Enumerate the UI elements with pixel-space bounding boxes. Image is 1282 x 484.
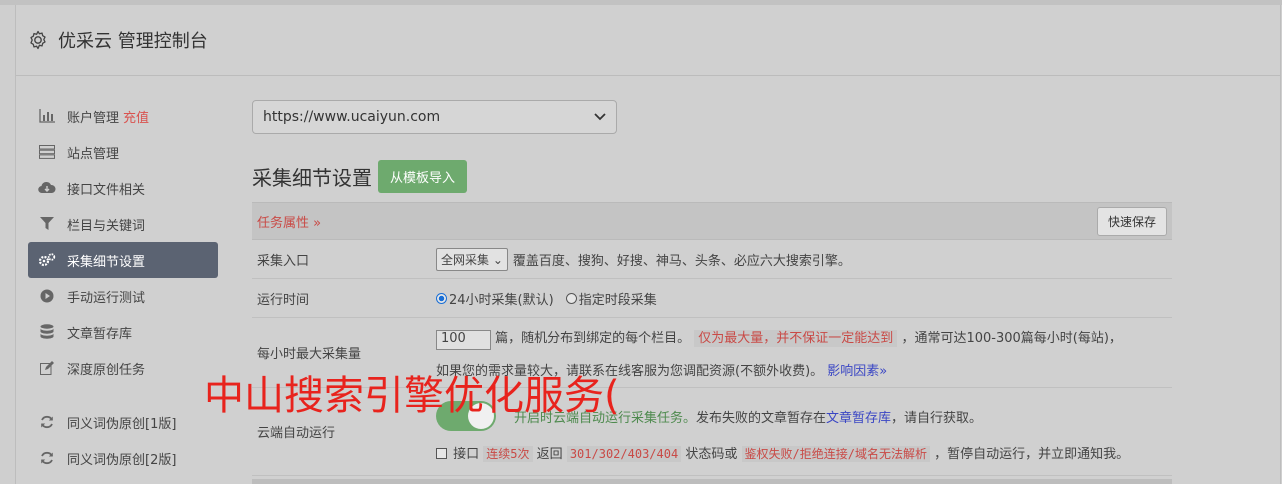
quick-save-button[interactable]: 快速保存	[1096, 206, 1167, 236]
recharge-link[interactable]: 充值	[123, 107, 149, 126]
sidebar-item-collect-settings[interactable]: 采集细节设置	[28, 242, 218, 278]
sidebar-item-synonym-v1[interactable]: 同义词伪原创[1版]	[28, 404, 218, 440]
refresh-icon	[38, 450, 56, 466]
import-template-button[interactable]: 从模板导入	[378, 159, 468, 193]
runtime-label: 运行时间	[257, 292, 310, 308]
notify-highlight-1: 连续5次	[483, 446, 533, 462]
sidebar-item-label: 深度原创任务	[67, 362, 146, 378]
section-header: 采集细节设置 从模板导入	[252, 159, 1172, 193]
gears-icon	[38, 252, 56, 268]
notify-checkbox[interactable]	[436, 448, 447, 459]
max-count-highlight: 仅为最大量，并不保证一定能达到	[694, 329, 898, 347]
entry-select[interactable]: 全网采集 ⌄	[436, 247, 508, 271]
edit-icon	[38, 360, 56, 376]
play-circle-icon	[38, 288, 56, 304]
page-header: 优采云 管理控制台	[16, 5, 1280, 76]
sidebar-item-label: 站点管理	[67, 146, 120, 162]
entry-label: 采集入口	[257, 253, 310, 269]
max-count-text1: 篇，随机分布到绑定的每个栏目。	[495, 330, 691, 346]
site-select[interactable]: https://www.ucaiyun.com	[252, 100, 617, 134]
sidebar-item-api-files[interactable]: 接口文件相关	[28, 170, 218, 206]
sidebar-item-label: 同义词伪原创[2版]	[67, 452, 177, 468]
status-codes: 301/302/403/404	[566, 446, 682, 462]
sidebar-item-label: 栏目与关键词	[67, 218, 146, 234]
sidebar-item-article-store[interactable]: 文章暂存库	[28, 314, 218, 350]
article-store-link[interactable]: 文章暂存库	[826, 407, 891, 426]
chevron-down-icon	[594, 113, 606, 121]
runtime-24h-radio[interactable]	[436, 292, 447, 304]
sidebar-item-label: 手动运行测试	[67, 290, 146, 306]
runtime-scheduled-label: 指定时段采集	[578, 292, 657, 308]
cloud-download-icon	[38, 180, 56, 196]
sidebar: 账户管理 充值 站点管理 接口文件相关 栏目与关键词 采集细节设置 手动运行测试	[28, 98, 218, 476]
bottom-divider	[252, 479, 1172, 484]
runtime-scheduled-radio[interactable]	[565, 292, 577, 304]
database-icon	[38, 324, 56, 340]
server-icon	[38, 144, 56, 160]
entry-desc: 覆盖百度、搜狗、好搜、神马、头条、必应六大搜索引擎。	[512, 253, 851, 269]
task-properties-bar: 任务属性 » 快速保存	[252, 202, 1172, 240]
sidebar-item-manual-test[interactable]: 手动运行测试	[28, 278, 218, 314]
sidebar-item-label: 文章暂存库	[67, 326, 133, 342]
refresh-icon	[38, 414, 56, 430]
sidebar-item-sites[interactable]: 站点管理	[28, 134, 218, 170]
sidebar-item-label: 同义词伪原创[1版]	[67, 416, 177, 432]
sidebar-item-label: 账户管理	[67, 110, 120, 126]
sidebar-item-columns-keywords[interactable]: 栏目与关键词	[28, 206, 218, 242]
sidebar-item-label: 采集细节设置	[67, 254, 146, 270]
gear-icon	[30, 30, 46, 50]
notify-text3: 返回	[536, 447, 563, 462]
max-count-input[interactable]: 100	[436, 329, 491, 350]
sidebar-item-deep-original[interactable]: 深度原创任务	[28, 350, 218, 386]
runtime-24h-label: 24小时采集(默认)	[449, 292, 554, 308]
overlay-watermark-text: 中山搜索引擎优化服务(	[204, 373, 620, 419]
section-title: 采集细节设置	[252, 165, 372, 190]
bar-chart-icon	[38, 108, 56, 124]
runtime-row: 运行时间 24小时采集(默认) 指定时段采集	[252, 279, 1172, 318]
entry-row: 采集入口 全网采集 ⌄ 覆盖百度、搜狗、好搜、神马、头条、必应六大搜索引擎。	[252, 240, 1172, 279]
notify-highlight-2: 鉴权失败/拒绝连接/域名无法解析	[741, 446, 930, 462]
notify-check-label: 接口	[453, 447, 480, 462]
page-title: 优采云 管理控制台	[58, 31, 208, 52]
sidebar-item-synonym-v2[interactable]: 同义词伪原创[2版]	[28, 440, 218, 476]
sidebar-item-label: 接口文件相关	[67, 182, 146, 198]
sidebar-item-account[interactable]: 账户管理 充值	[28, 98, 218, 134]
cloud-run-text1: 发布失败的文章暂存在	[696, 410, 827, 426]
notify-text5: ，暂停自动运行，并立即通知我。	[934, 447, 1130, 462]
filter-icon	[38, 216, 56, 232]
cloud-run-text2: ，请自行获取。	[891, 410, 983, 426]
site-select-value: https://www.ucaiyun.com	[263, 109, 441, 125]
task-properties-toggle[interactable]: 任务属性 »	[257, 212, 321, 231]
max-count-text2: ，通常可达100-300篇每小时(每站)，	[901, 330, 1122, 346]
notify-text4: 状态码或	[685, 447, 738, 462]
factors-link[interactable]: 影响因素»	[827, 364, 887, 379]
